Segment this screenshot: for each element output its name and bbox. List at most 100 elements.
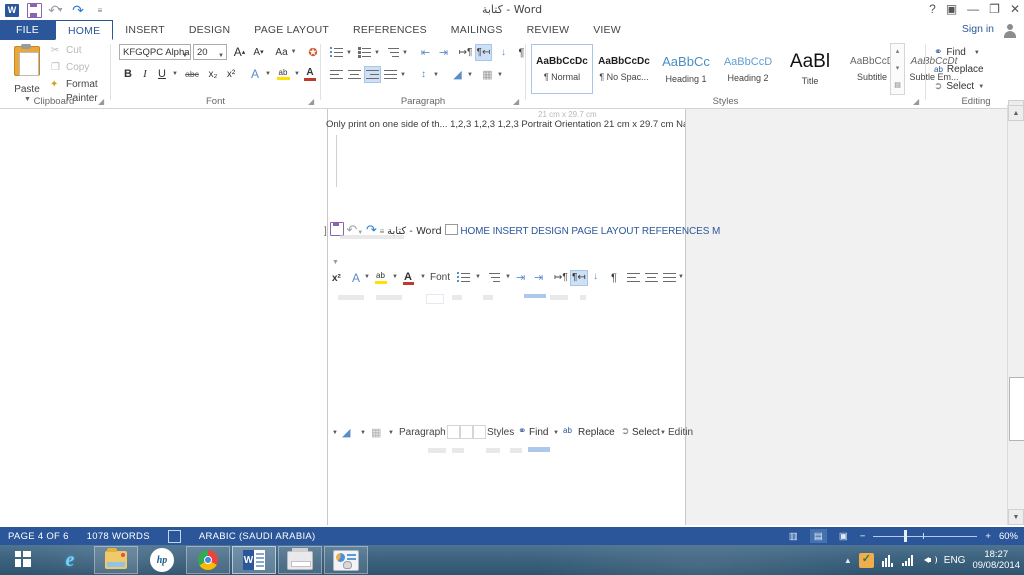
- avatar[interactable]: [1002, 23, 1018, 38]
- vertical-scrollbar[interactable]: ▲ ▼: [1007, 105, 1024, 525]
- change-case-button[interactable]: Aa ▼: [272, 44, 300, 60]
- start-button[interactable]: [2, 546, 46, 574]
- security-shield-icon[interactable]: [858, 552, 874, 568]
- text-highlight-icon[interactable]: ab: [274, 65, 292, 83]
- styles-scroll-up-icon[interactable]: ▴: [896, 44, 900, 60]
- taskbar-file-explorer[interactable]: [94, 546, 138, 574]
- line-spacing-caret-icon[interactable]: ▼: [432, 66, 440, 83]
- bullets-icon[interactable]: [328, 44, 345, 61]
- align-right-icon[interactable]: [364, 66, 381, 83]
- tab-file[interactable]: FILE: [0, 20, 55, 40]
- bullets-caret-icon[interactable]: ▼: [345, 44, 353, 61]
- multilevel-list-icon[interactable]: [384, 44, 401, 61]
- taskbar-internet-explorer[interactable]: e: [48, 546, 92, 574]
- align-left-icon[interactable]: [328, 66, 345, 83]
- clear-formatting-icon[interactable]: ✪: [305, 44, 321, 60]
- help-icon[interactable]: ?: [929, 2, 936, 16]
- styles-scroll-down-icon[interactable]: ▾: [896, 61, 900, 77]
- align-center-icon[interactable]: [346, 66, 363, 83]
- select-caret-icon[interactable]: ▼: [978, 84, 984, 90]
- language-indicator[interactable]: ARABIC (SAUDI ARABIA): [199, 531, 316, 542]
- tab-design[interactable]: DESIGN: [177, 20, 242, 40]
- paste-icon[interactable]: [10, 44, 44, 82]
- subscript-button[interactable]: x₂: [205, 66, 221, 82]
- web-layout-icon[interactable]: ▣: [835, 529, 852, 543]
- font-name-input[interactable]: KFGQPC Alpha ▼: [119, 44, 191, 60]
- clock[interactable]: 18:27 09/08/2014: [972, 549, 1020, 571]
- format-painter-button[interactable]: ✦ Format Painter: [50, 78, 108, 104]
- strikethrough-button[interactable]: abc: [182, 66, 202, 82]
- find-caret-icon[interactable]: ▼: [974, 50, 980, 56]
- shrink-font-button[interactable]: A ▾: [250, 44, 267, 60]
- grow-font-button[interactable]: A ▴: [231, 44, 248, 60]
- find-button[interactable]: ⚭ Find ▼: [934, 44, 980, 61]
- underline-button[interactable]: U: [155, 66, 169, 82]
- styles-gallery-scrollbar[interactable]: ▴ ▾ ▤: [890, 43, 905, 95]
- clipboard-dialog-launcher-icon[interactable]: ◢: [98, 98, 106, 106]
- document-canvas[interactable]: 21 cm x 29.7 cm Only print on one side o…: [0, 109, 1008, 525]
- signal-strength-icon[interactable]: [901, 554, 916, 566]
- ribbon-display-options-icon[interactable]: ▣: [946, 2, 957, 16]
- font-size-caret-icon[interactable]: ▼: [218, 49, 224, 64]
- tab-mailings[interactable]: MAILINGS: [439, 20, 515, 40]
- scrollbar-thumb[interactable]: [1009, 377, 1024, 441]
- show-hidden-icons-icon[interactable]: ▲: [844, 556, 852, 565]
- sort-icon[interactable]: ↓: [495, 44, 512, 61]
- word-count[interactable]: 1078 WORDS: [87, 531, 150, 542]
- style-no-spacing[interactable]: AaBbCcDc ¶ No Spac...: [593, 44, 655, 94]
- line-spacing-icon[interactable]: ↕: [415, 66, 432, 83]
- zoom-level[interactable]: 60%: [999, 531, 1018, 542]
- left-to-right-icon[interactable]: ↦¶: [457, 44, 474, 61]
- tab-review[interactable]: REVIEW: [515, 20, 582, 40]
- underline-caret-icon[interactable]: ▼: [171, 66, 179, 82]
- tab-page-layout[interactable]: PAGE LAYOUT: [242, 20, 341, 40]
- styles-dialog-launcher-icon[interactable]: ◢: [913, 98, 921, 106]
- highlight-caret-icon[interactable]: ▼: [293, 66, 301, 82]
- page-indicator[interactable]: PAGE 4 OF 6: [8, 531, 69, 542]
- font-size-input[interactable]: 20 ▼: [193, 44, 227, 60]
- input-language[interactable]: ENG: [944, 555, 966, 566]
- borders-caret-icon[interactable]: ▼: [496, 66, 504, 83]
- zoom-out-button[interactable]: −: [860, 531, 866, 542]
- scroll-down-icon[interactable]: ▼: [1008, 509, 1024, 525]
- justify-icon[interactable]: [382, 66, 399, 83]
- text-effects-caret-icon[interactable]: ▼: [264, 66, 272, 82]
- zoom-in-button[interactable]: +: [985, 531, 991, 542]
- style-heading-1[interactable]: AaBbCc Heading 1: [655, 44, 717, 94]
- font-name-caret-icon[interactable]: ▼: [182, 49, 188, 59]
- tab-view[interactable]: VIEW: [581, 20, 633, 40]
- taskbar-hp-app[interactable]: hp: [140, 546, 184, 574]
- borders-icon[interactable]: ▦: [479, 66, 496, 83]
- taskbar-printer-app[interactable]: [278, 546, 322, 574]
- copy-button[interactable]: ❐ Copy: [50, 61, 89, 75]
- paragraph-dialog-launcher-icon[interactable]: ◢: [513, 98, 521, 106]
- proofing-errors-icon[interactable]: [167, 529, 181, 543]
- paste-label[interactable]: Paste: [6, 84, 48, 95]
- taskbar-google-chrome[interactable]: [186, 546, 230, 574]
- styles-gallery[interactable]: AaBbCcDc ¶ Normal AaBbCcDc ¶ No Spac... …: [530, 43, 959, 95]
- shading-icon[interactable]: ◢: [449, 66, 466, 83]
- font-dialog-launcher-icon[interactable]: ◢: [308, 98, 316, 106]
- bold-button[interactable]: B: [121, 66, 135, 82]
- shading-caret-icon[interactable]: ▼: [466, 66, 474, 83]
- print-layout-icon[interactable]: ▤: [809, 529, 827, 543]
- right-to-left-icon[interactable]: ¶↤: [475, 44, 492, 61]
- justify-caret-icon[interactable]: ▼: [399, 66, 407, 83]
- tab-references[interactable]: REFERENCES: [341, 20, 439, 40]
- taskbar-microsoft-word[interactable]: W: [232, 546, 276, 574]
- style-title[interactable]: AaBl Title: [779, 44, 841, 94]
- close-icon[interactable]: ✕: [1010, 2, 1020, 16]
- tab-insert[interactable]: INSERT: [113, 20, 177, 40]
- numbering-caret-icon[interactable]: ▼: [373, 44, 381, 61]
- read-mode-icon[interactable]: ▥: [785, 529, 802, 543]
- replace-button[interactable]: ab Replace: [934, 61, 984, 78]
- taskbar-control-panel[interactable]: [324, 546, 368, 574]
- styles-more-icon[interactable]: ▤: [894, 78, 901, 94]
- window-controls[interactable]: ? ▣ — ❐ ✕: [929, 2, 1020, 16]
- network-icon[interactable]: [881, 553, 895, 567]
- sign-in-button[interactable]: Sign in: [962, 23, 994, 35]
- superscript-button[interactable]: x²: [223, 66, 239, 82]
- style-heading-2[interactable]: AaBbCcD Heading 2: [717, 44, 779, 94]
- cut-button[interactable]: ✂ Cut: [50, 44, 82, 58]
- scroll-up-icon[interactable]: ▲: [1008, 105, 1024, 121]
